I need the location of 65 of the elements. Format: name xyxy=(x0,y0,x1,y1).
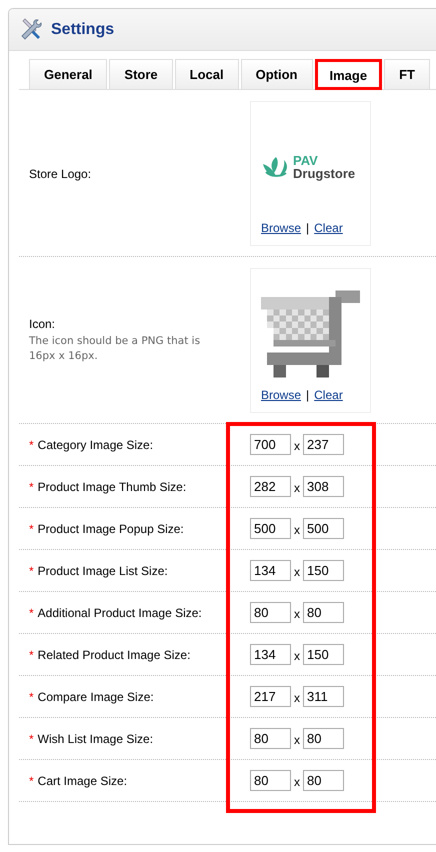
tab[interactable]: General xyxy=(29,59,108,89)
height-field[interactable]: 80 xyxy=(303,770,344,791)
times-sign: x xyxy=(294,522,300,537)
browse-link[interactable]: Browse xyxy=(261,221,302,235)
height-field[interactable]: 237 xyxy=(303,434,344,455)
logo-text: Drugstore xyxy=(293,166,356,180)
field-label: Product Image List Size: xyxy=(38,564,168,578)
required-mark: * xyxy=(29,648,34,662)
browse-link[interactable]: Browse xyxy=(261,388,302,402)
field-label: Product Image Thumb Size: xyxy=(38,480,186,494)
field-label: Compare Image Size: xyxy=(38,690,154,704)
tab[interactable]: Store xyxy=(109,59,173,89)
field-label: Cart Image Size: xyxy=(38,774,128,788)
required-mark: * xyxy=(29,732,34,746)
required-mark: * xyxy=(29,522,34,536)
tab[interactable]: Option xyxy=(240,59,313,89)
field-label: Wish List Image Size: xyxy=(38,732,154,746)
times-sign: x xyxy=(294,480,300,495)
height-field[interactable]: 500 xyxy=(303,518,344,539)
field-label: Category Image Size: xyxy=(38,438,154,452)
clear-link[interactable]: Clear xyxy=(314,388,343,402)
field-label: Icon: xyxy=(29,317,56,331)
times-sign: x xyxy=(294,648,300,663)
height-field[interactable]: 150 xyxy=(303,644,344,665)
width-field[interactable]: 80 xyxy=(250,770,291,791)
height-field[interactable]: 150 xyxy=(303,560,344,581)
times-sign: x xyxy=(294,606,300,621)
times-sign: x xyxy=(294,438,300,453)
required-mark: * xyxy=(29,606,34,620)
height-field[interactable]: 80 xyxy=(303,602,344,623)
help-text: The icon should be a PNG that is 16px x 16px. xyxy=(29,334,202,364)
link-separator: | xyxy=(306,221,310,235)
width-field[interactable]: 134 xyxy=(250,560,291,581)
logo-text: PAV xyxy=(293,154,319,166)
width-field[interactable]: 80 xyxy=(250,728,291,749)
times-sign: x xyxy=(294,732,300,747)
height-field[interactable]: 80 xyxy=(303,728,344,749)
width-field[interactable]: 282 xyxy=(250,476,291,497)
window-title: Settings xyxy=(51,20,114,38)
tab[interactable]: Image xyxy=(314,59,382,90)
tab[interactable]: FT xyxy=(384,59,430,89)
height-field[interactable]: 311 xyxy=(303,686,344,707)
width-field[interactable]: 217 xyxy=(250,686,291,707)
tools-icon xyxy=(19,18,43,42)
required-mark: * xyxy=(29,480,34,494)
times-sign: x xyxy=(294,774,300,789)
width-field[interactable]: 500 xyxy=(250,518,291,539)
tab[interactable]: Local xyxy=(174,59,239,89)
width-field[interactable]: 134 xyxy=(250,644,291,665)
height-field[interactable]: 308 xyxy=(303,476,344,497)
field-label: Store Logo: xyxy=(29,166,92,180)
clear-link[interactable]: Clear xyxy=(314,221,343,235)
required-mark: * xyxy=(29,690,34,704)
times-sign: x xyxy=(294,564,300,579)
shopping-cart-icon xyxy=(261,290,360,378)
required-mark: * xyxy=(29,438,34,452)
field-label: Related Product Image Size: xyxy=(38,648,190,662)
required-mark: * xyxy=(29,774,34,788)
times-sign: x xyxy=(294,690,300,705)
width-field[interactable]: 700 xyxy=(250,434,291,455)
field-label: Product Image Popup Size: xyxy=(38,522,184,536)
field-label: Additional Product Image Size: xyxy=(38,606,202,620)
required-mark: * xyxy=(29,564,34,578)
link-separator: | xyxy=(306,388,310,402)
width-field[interactable]: 80 xyxy=(250,602,291,623)
